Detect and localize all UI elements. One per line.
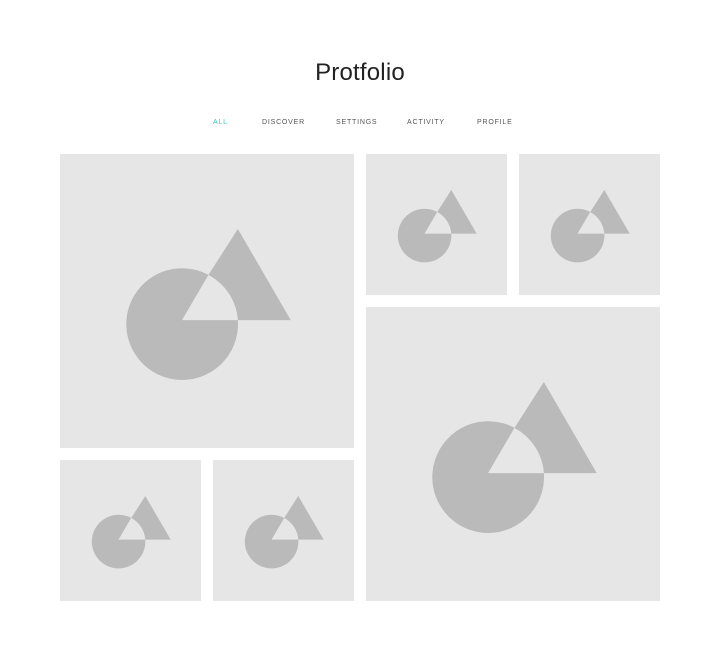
filter-all[interactable]: ALL [213, 117, 228, 129]
filter-settings[interactable]: SETTINGS [336, 117, 377, 129]
page-title: Protfolio [315, 59, 405, 86]
portfolio-item-2[interactable] [366, 154, 507, 295]
portfolio-item-6[interactable] [213, 460, 354, 601]
image-placeholder-icon [432, 381, 597, 533]
image-placeholder-icon [244, 495, 324, 569]
filter-profile[interactable]: PROFILE [477, 117, 513, 129]
portfolio-item-3[interactable] [519, 154, 660, 295]
image-placeholder-icon [126, 228, 291, 380]
filter-activity[interactable]: ACTIVITY [407, 117, 445, 129]
portfolio-item-4[interactable] [366, 307, 660, 601]
portfolio-filter-nav: ALL DISCOVER SETTINGS ACTIVITY PROFILE [0, 117, 720, 129]
filter-discover[interactable]: DISCOVER [262, 117, 305, 129]
image-placeholder-icon [550, 189, 630, 263]
portfolio-item-1[interactable] [60, 154, 354, 448]
portfolio-item-5[interactable] [60, 460, 201, 601]
image-placeholder-icon [91, 495, 171, 569]
image-placeholder-icon [397, 189, 477, 263]
